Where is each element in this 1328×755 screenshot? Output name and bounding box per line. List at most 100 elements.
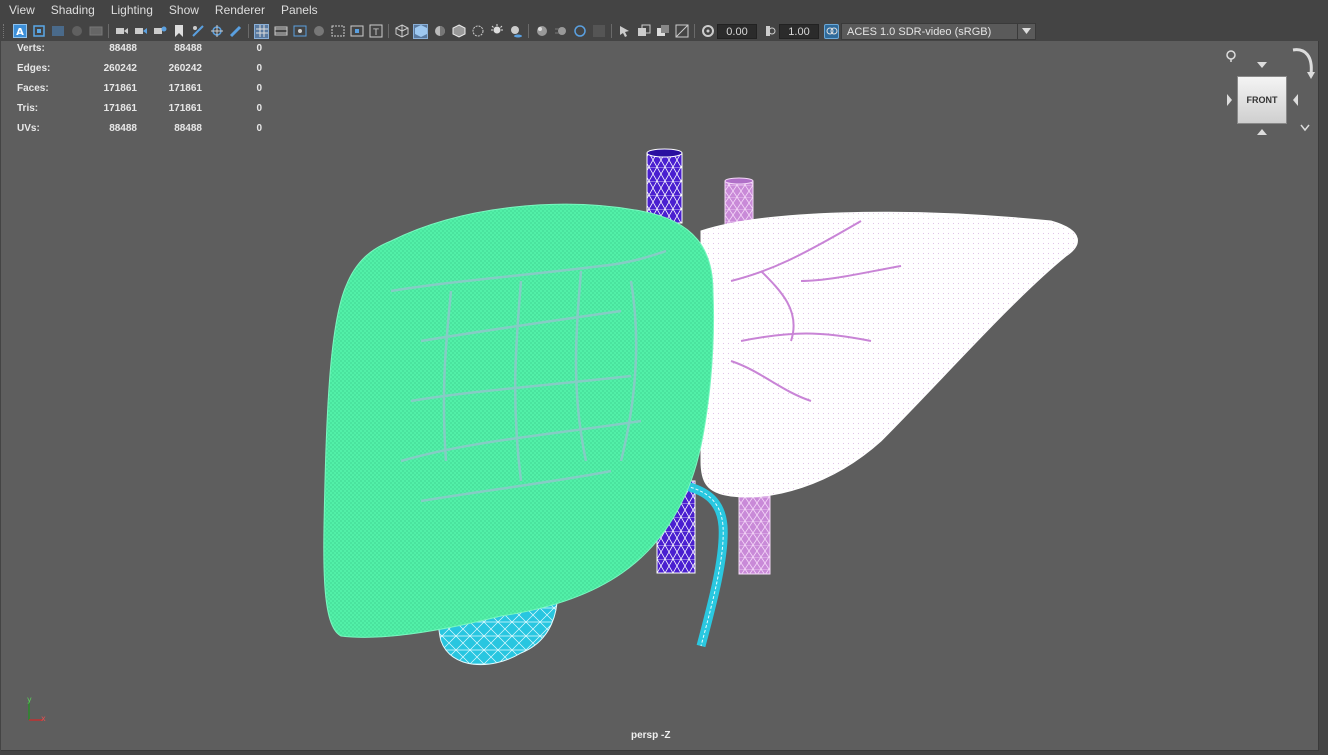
menu-shading[interactable]: Shading: [43, 0, 103, 21]
xray-icon[interactable]: [470, 24, 485, 39]
safe-action-icon[interactable]: [69, 24, 84, 39]
stat-label: Faces:: [17, 83, 49, 94]
default-material-icon[interactable]: [432, 24, 447, 39]
film-gate-icon[interactable]: [88, 24, 103, 39]
viewport-toolbar: A T 0.00 1.00 ACES 1.0 SDR-video (sRGB): [0, 21, 1328, 41]
xray-joints-icon[interactable]: [636, 24, 651, 39]
liver-left-lobe-mesh[interactable]: [700, 211, 1078, 498]
ambient-occlusion-icon[interactable]: [534, 24, 549, 39]
liver-right-lobe-mesh[interactable]: [323, 203, 715, 638]
view-cube[interactable]: FRONT: [1223, 44, 1318, 144]
stat-row-verts: Verts: 88488 88488 0: [17, 43, 267, 63]
arrow-up-icon[interactable]: [1257, 62, 1267, 68]
stat-row-edges: Edges: 260242 260242 0: [17, 63, 267, 83]
stat-label: Edges:: [17, 63, 51, 74]
stat-label: UVs:: [17, 123, 40, 134]
stat-value-selected: 260242: [168, 63, 202, 74]
camera-name-label: persp -Z: [631, 730, 671, 741]
viewport-3d[interactable]: Verts: 88488 88488 0 Edges: 260242 26024…: [1, 41, 1319, 751]
stat-row-uvs: UVs: 88488 88488 0: [17, 123, 267, 143]
axis-gizmo: y x: [27, 696, 46, 723]
select-camera-icon[interactable]: A: [12, 24, 27, 39]
depth-of-field-icon[interactable]: [591, 24, 606, 39]
xray-active-icon[interactable]: [655, 24, 670, 39]
menu-panels[interactable]: Panels: [273, 0, 326, 21]
text-overlay-icon[interactable]: T: [368, 24, 383, 39]
gamma-field[interactable]: 1.00: [779, 23, 819, 39]
smooth-shade-icon[interactable]: [413, 23, 428, 39]
2d-pan-zoom-icon[interactable]: [209, 24, 224, 39]
lighting-icon[interactable]: [489, 24, 504, 39]
home-icon[interactable]: [1226, 50, 1236, 62]
stat-value-object: 88488: [109, 123, 137, 134]
menubar: View Shading Lighting Show Renderer Pane…: [0, 0, 1328, 21]
bookmark-camera-icon[interactable]: [152, 24, 167, 39]
stat-value-object: 88488: [109, 43, 137, 54]
stat-value-object: 171861: [103, 83, 137, 94]
arrow-down-icon[interactable]: [1257, 129, 1267, 135]
stat-row-tris: Tris: 171861 171861 0: [17, 103, 267, 123]
toolbar-separator: [528, 24, 529, 38]
anti-aliasing-icon[interactable]: [572, 24, 587, 39]
field-chart-icon[interactable]: [330, 24, 345, 39]
axis-y-label: y: [27, 696, 32, 704]
stat-value-components: 0: [256, 63, 262, 74]
wireframe-icon[interactable]: [394, 24, 409, 39]
camera-attributes-icon[interactable]: [133, 24, 148, 39]
menu-view[interactable]: View: [0, 0, 43, 21]
wireframe-on-shaded-icon[interactable]: [451, 24, 466, 39]
grease-pencil-icon[interactable]: [228, 24, 243, 39]
frame-selection-icon[interactable]: [50, 24, 65, 39]
stat-value-components: 0: [256, 103, 262, 114]
chevron-down-icon[interactable]: [1017, 23, 1035, 39]
motion-blur-icon[interactable]: [553, 24, 568, 39]
color-space-label: ACES 1.0 SDR-video (sRGB): [847, 25, 992, 38]
axis-x-label: x: [41, 714, 46, 723]
stat-value-selected: 171861: [168, 83, 202, 94]
frame-all-icon[interactable]: [31, 24, 46, 39]
stat-label: Verts:: [17, 43, 45, 54]
stat-value-selected: 88488: [174, 43, 202, 54]
resolution-gate-icon[interactable]: [292, 24, 307, 39]
toolbar-grip[interactable]: [3, 24, 7, 38]
rotate-arrow-icon[interactable]: [1292, 48, 1315, 79]
toolbar-separator: [248, 24, 249, 38]
image-plane-icon[interactable]: [190, 24, 205, 39]
view-cube-face[interactable]: FRONT: [1237, 76, 1287, 124]
stat-value-components: 0: [256, 43, 262, 54]
toolbar-separator: [611, 24, 612, 38]
svg-text:A: A: [16, 27, 24, 38]
backface-culling-icon[interactable]: [674, 24, 689, 39]
scene-render[interactable]: [1, 41, 1318, 750]
exposure-icon[interactable]: [700, 24, 715, 39]
stat-value-components: 0: [256, 123, 262, 134]
isolate-select-icon[interactable]: [617, 24, 632, 39]
arrow-right-icon[interactable]: [1293, 94, 1298, 106]
stat-value-selected: 88488: [174, 123, 202, 134]
poly-count-hud: Verts: 88488 88488 0 Edges: 260242 26024…: [17, 43, 267, 143]
stat-row-faces: Faces: 171861 171861 0: [17, 83, 267, 103]
stat-label: Tris:: [17, 103, 39, 114]
toolbar-separator: [694, 24, 695, 38]
gate-mask-icon[interactable]: [311, 24, 326, 39]
chevron-down-icon[interactable]: [1300, 124, 1310, 132]
exposure-field[interactable]: 0.00: [717, 23, 757, 39]
toolbar-separator: [108, 24, 109, 38]
gamma-icon[interactable]: [762, 24, 777, 39]
stat-value-object: 260242: [103, 63, 137, 74]
color-management-icon[interactable]: [824, 23, 839, 39]
menu-lighting[interactable]: Lighting: [103, 0, 161, 21]
safe-title-icon[interactable]: [349, 24, 364, 39]
arrow-left-icon[interactable]: [1227, 94, 1232, 106]
bookmark-icon[interactable]: [171, 24, 186, 39]
menu-renderer[interactable]: Renderer: [207, 0, 273, 21]
shadows-icon[interactable]: [508, 24, 523, 39]
color-space-dropdown[interactable]: ACES 1.0 SDR-video (sRGB): [841, 22, 1036, 40]
stat-value-components: 0: [256, 83, 262, 94]
toolbar-separator: [388, 24, 389, 38]
film-gate-toggle-icon[interactable]: [273, 24, 288, 39]
stat-value-selected: 171861: [168, 103, 202, 114]
menu-show[interactable]: Show: [161, 0, 207, 21]
camera-icon[interactable]: [114, 24, 129, 39]
grid-icon[interactable]: [254, 23, 269, 39]
